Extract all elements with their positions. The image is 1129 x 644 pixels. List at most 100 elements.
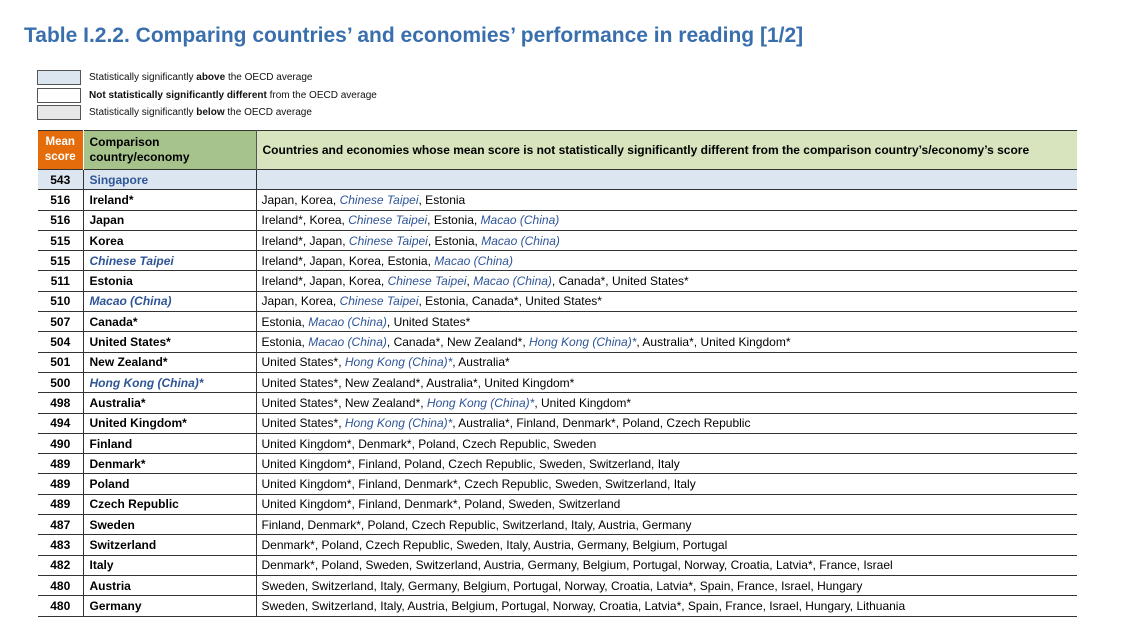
partner-economy-name: Hong Kong (China)*	[344, 416, 453, 431]
comparison-country-cell: Poland	[83, 473, 257, 495]
country-list-text: United States*, New Zealand*, Australia*…	[261, 375, 575, 390]
country-list-text: United Kingdom*, Finland, Denmark*, Pola…	[261, 497, 621, 512]
comparison-country-cell: Chinese Taipei	[83, 250, 257, 271]
table-row: 489 Denmark* United Kingdom*, Finland, Pol…	[38, 453, 1077, 474]
country-list-text: Japan, Korea,	[261, 294, 340, 309]
country-list-text: , Estonia	[418, 192, 466, 207]
legend-label-above: Statistically significantly above the OE…	[89, 72, 312, 83]
country-list-text: Finland, Denmark*, Poland, Czech Republi…	[261, 517, 692, 532]
table-row: 487 Sweden Finland, Denmark*, Poland, Czec…	[38, 514, 1077, 535]
comparison-country-cell: Hong Kong (China)*	[83, 372, 257, 393]
country-list-text: , Canada*, New Zealand*,	[386, 335, 529, 350]
partner-economy-name: Hong Kong (China)*	[529, 335, 637, 350]
comparison-country-cell: Ireland*	[83, 189, 257, 211]
legend-swatch-notsig	[37, 87, 81, 103]
similar-countries-cell: Japan, Korea, Chinese Taipei, Estonia, C…	[256, 291, 1077, 311]
comparison-country-cell: Switzerland	[83, 534, 257, 556]
similar-countries-cell: Denmark*, Poland, Sweden, Switzerland, A…	[256, 555, 1077, 575]
comparison-country-cell: Canada*	[83, 311, 257, 332]
country-list-text: , Australia*	[452, 355, 510, 370]
legend-swatch-below	[37, 105, 81, 121]
country-list-text: Ireland*, Korea,	[261, 213, 349, 228]
partner-economy-name: Chinese Taipei	[339, 192, 419, 207]
legend-notsig-bold: Not statistically significantly differen…	[89, 89, 267, 101]
comparison-country-cell: New Zealand*	[83, 352, 257, 373]
table-row: 510 Macao (China) Japan, Korea, Chinese Ta…	[38, 291, 1077, 312]
partner-economy-name: Macao (China)	[308, 335, 387, 350]
similar-countries-cell: United Kingdom*, Denmark*, Poland, Czech…	[256, 433, 1077, 453]
mean-score-cell: 500	[38, 372, 84, 393]
table-row: 494 United Kingdom* United States*, Hong K…	[38, 413, 1077, 434]
mean-score-cell: 480	[38, 595, 84, 617]
table-header-row: Mean score Comparison country/economy Co…	[38, 130, 1077, 170]
mean-score-cell: 516	[38, 210, 84, 231]
table-row: 490 Finland United Kingdom*, Denmark*, Pol…	[38, 433, 1077, 454]
legend: Statistically significantly above the OE…	[37, 69, 377, 122]
mean-score-cell: 489	[38, 473, 84, 495]
legend-label-below: Statistically significantly below the OE…	[89, 107, 312, 118]
country-list-text: , United Kingdom*	[534, 395, 632, 410]
similar-countries-cell: Sweden, Switzerland, Italy, Austria, Bel…	[256, 596, 1077, 616]
mean-score-cell: 487	[38, 514, 84, 535]
mean-score-cell: 504	[38, 331, 84, 353]
table-row: 482 Italy Denmark*, Poland, Sweden, Switze…	[38, 555, 1077, 576]
partner-economy-name: Macao (China)	[481, 233, 560, 248]
partner-economy-name: Hong Kong (China)*	[426, 395, 535, 410]
country-list-text: Ireland*, Japan,	[261, 233, 349, 248]
mean-score-cell: 516	[38, 189, 84, 211]
legend-below-pre: Statistically significantly	[89, 107, 197, 119]
similar-countries-cell: United Kingdom*, Finland, Denmark*, Pola…	[256, 494, 1077, 514]
table-row: 543 Singapore	[38, 169, 1077, 190]
table-row: 516 Japan Ireland*, Korea, Chinese Taipei,…	[38, 210, 1077, 231]
comparison-table: Mean score Comparison country/economy Co…	[38, 130, 1077, 617]
country-list-text: , Australia*, United Kingdom*	[636, 335, 791, 350]
similar-countries-cell: United Kingdom*, Finland, Poland, Czech …	[256, 454, 1077, 474]
similar-countries-cell: Japan, Korea, Chinese Taipei, Estonia	[256, 190, 1077, 210]
partner-economy-name: Chinese Taipei	[339, 294, 419, 309]
legend-row-above: Statistically significantly above the OE…	[37, 69, 377, 87]
similar-countries-cell: Ireland*, Japan, Korea, Estonia, Macao (…	[256, 251, 1077, 271]
comparison-country-cell: Macao (China)	[83, 291, 257, 312]
legend-label-notsig: Not statistically significantly differen…	[89, 90, 377, 101]
partner-economy-name: Macao (China)	[308, 314, 387, 329]
partner-economy-name: Macao (China)	[434, 253, 513, 268]
legend-below-post: the OECD average	[224, 107, 312, 119]
similar-countries-cell: Sweden, Switzerland, Italy, Germany, Bel…	[256, 575, 1077, 595]
table-row: 516 Ireland* Japan, Korea, Chinese Taipei,…	[38, 189, 1077, 211]
country-list-text: United Kingdom*, Denmark*, Poland, Czech…	[261, 436, 597, 451]
country-list-text: Ireland*, Japan, Korea,	[261, 274, 388, 289]
mean-score-cell: 489	[38, 453, 84, 474]
mean-score-cell: 483	[38, 534, 84, 556]
legend-swatch-above	[37, 70, 81, 86]
legend-above-pre: Statistically significantly	[89, 72, 197, 84]
mean-score-cell: 507	[38, 311, 84, 332]
country-list-text: , Canada*, United States*	[551, 274, 689, 289]
country-list-text: Sweden, Switzerland, Italy, Germany, Bel…	[261, 578, 863, 593]
comparison-country-cell: Denmark*	[83, 453, 257, 474]
country-list-text: , Estonia,	[427, 233, 482, 248]
legend-above-post: the OECD average	[225, 72, 313, 84]
similar-countries-cell: Ireland*, Japan, Korea, Chinese Taipei , …	[256, 271, 1077, 291]
country-list-text: Denmark*, Poland, Sweden, Switzerland, A…	[261, 558, 893, 573]
country-list-text: Estonia,	[261, 335, 309, 350]
table-row: 515 Chinese Taipei Ireland*, Japan, Korea,…	[38, 250, 1077, 271]
comparison-country-cell: Germany	[83, 595, 257, 617]
mean-score-cell: 501	[38, 352, 84, 373]
mean-score-cell: 515	[38, 230, 84, 251]
mean-score-cell: 498	[38, 392, 84, 414]
mean-score-cell: 489	[38, 494, 84, 515]
legend-above-bold: above	[196, 72, 226, 84]
table-row: 500 Hong Kong (China)* United States*, New…	[38, 372, 1077, 393]
header-mean-score: Mean score	[38, 130, 84, 170]
mean-score-cell: 511	[38, 270, 84, 292]
country-list-text: Sweden, Switzerland, Italy, Austria, Bel…	[261, 598, 906, 613]
mean-score-cell: 490	[38, 433, 84, 454]
country-list-text: , Estonia, Canada*, United States*	[418, 294, 602, 309]
comparison-country-cell: Japan	[83, 210, 257, 231]
country-list-text: Denmark*, Poland, Czech Republic, Sweden…	[261, 537, 728, 552]
comparison-country-cell: Singapore	[83, 169, 257, 190]
table-row: 507 Canada* Estonia, Macao (China), United…	[38, 311, 1077, 332]
partner-economy-name: Macao (China)	[473, 274, 552, 289]
country-list-text: United Kingdom*, Finland, Poland, Czech …	[261, 456, 680, 471]
comparison-country-cell: Sweden	[83, 514, 257, 535]
